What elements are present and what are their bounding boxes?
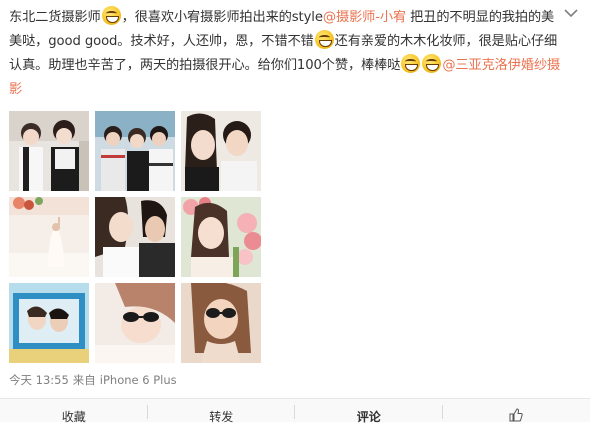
- chevron-down-icon[interactable]: [562, 6, 580, 20]
- repost-label: 转发: [209, 410, 233, 424]
- source-device[interactable]: iPhone 6 Plus: [100, 373, 177, 387]
- photo-grid: [9, 111, 261, 363]
- post-text: 东北二货摄影师，很喜欢小宥摄影师拍出来的style@摄影师-小宥 把丑的不明显的…: [9, 6, 564, 102]
- action-bar: 收藏 转发 评论: [0, 398, 590, 422]
- photo-6[interactable]: [181, 197, 261, 277]
- photo-9[interactable]: [181, 283, 261, 363]
- photo-4[interactable]: [9, 197, 89, 277]
- photo-2[interactable]: [95, 111, 175, 191]
- grin-emoji: [102, 6, 121, 25]
- post-text-segment: ，很喜欢小宥摄影师拍出来的style: [122, 10, 323, 25]
- repost-button[interactable]: 转发: [148, 399, 296, 422]
- post-time[interactable]: 今天 13:55: [9, 373, 69, 387]
- photo-1[interactable]: [9, 111, 89, 191]
- photo-3[interactable]: [181, 111, 261, 191]
- favorite-button[interactable]: 收藏: [0, 399, 148, 422]
- smirk-emoji: [315, 30, 334, 49]
- favorite-label: 收藏: [62, 410, 86, 424]
- comment-label: 评论: [357, 410, 381, 424]
- comment-button[interactable]: 评论: [295, 399, 443, 422]
- post-text-segment: 东北二货摄影师: [9, 10, 101, 25]
- like-button[interactable]: [443, 399, 590, 422]
- post-meta: 今天 13:55 来自 iPhone 6 Plus: [9, 372, 181, 388]
- source-prefix: 来自: [73, 373, 96, 387]
- grin-emoji: [422, 54, 441, 73]
- photo-8[interactable]: [95, 283, 175, 363]
- photo-7[interactable]: [9, 283, 89, 363]
- mention-link[interactable]: @摄影师-小宥: [323, 10, 406, 25]
- grin-emoji: [401, 54, 420, 73]
- photo-5[interactable]: [95, 197, 175, 277]
- thumbs-up-icon: [509, 408, 523, 422]
